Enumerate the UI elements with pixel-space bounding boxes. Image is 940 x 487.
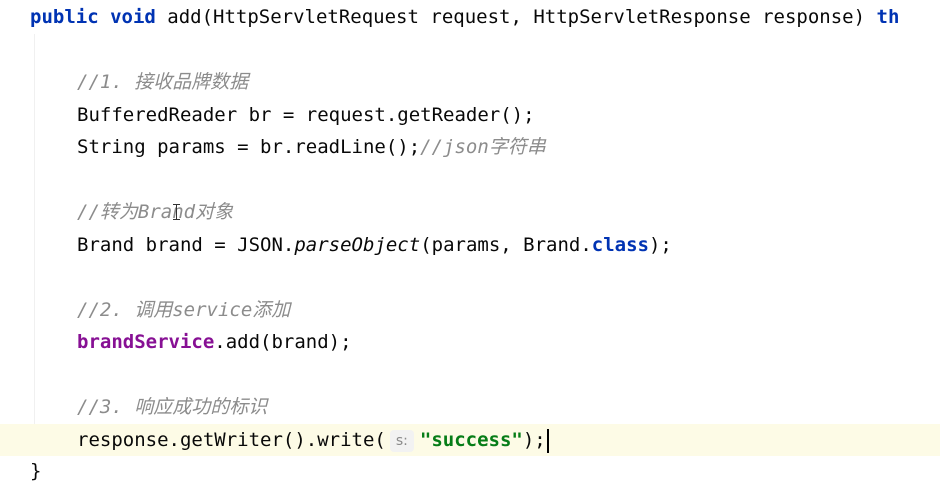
string-literal: "success" [419, 429, 523, 451]
parameter-hint: s: [389, 429, 414, 452]
closing-brace: } [30, 460, 42, 482]
text-caret [546, 428, 549, 453]
comment-receive-brand-data: //1. 接收品牌数据 [77, 71, 249, 93]
code-part: Brand brand = JSON. [77, 234, 295, 256]
field-brand-service: brandService [77, 331, 215, 353]
code-line-service-add[interactable]: brandService.add(brand); [77, 326, 940, 358]
comment-call-service: //2. 调用service添加 [77, 299, 291, 321]
keyword-modifiers: public void [30, 6, 156, 28]
code-part: (params, Brand. [420, 234, 592, 256]
code-editor[interactable]: public void add(HttpServletRequest reque… [0, 0, 940, 487]
comment-convert-brand: //转为Brand对象 [77, 201, 234, 223]
comment-json-string: //json字符串 [420, 136, 546, 158]
code-part: response.getWriter().write( [77, 429, 386, 451]
code-line-comment-4[interactable]: //3. 响应成功的标识 [77, 391, 940, 423]
code-line-read-params[interactable]: String params = br.readLine();//json字符串 [77, 131, 940, 163]
code-part: .add(brand); [214, 331, 352, 353]
method-signature: add(HttpServletRequest request, HttpServ… [155, 6, 877, 28]
code-statement: String params = br.readLine(); [77, 136, 421, 158]
code-line-parse-object[interactable]: Brand brand = JSON.parseObject(params, B… [77, 229, 940, 261]
indent-guide [34, 34, 35, 454]
keyword-throws-partial: th [876, 6, 900, 28]
code-statement: BufferedReader br = request.getReader(); [77, 104, 535, 126]
code-line-comment-1[interactable]: //1. 接收品牌数据 [77, 66, 940, 98]
code-line-write-response[interactable]: response.getWriter().write(s: "success"); [0, 424, 940, 456]
mouse-ibeam-cursor-icon [173, 204, 181, 220]
code-part: ); [648, 234, 672, 256]
code-line-buffered-reader[interactable]: BufferedReader br = request.getReader(); [77, 99, 940, 131]
code-line-comment-2[interactable]: //转为Brand对象 [77, 196, 940, 228]
comment-response-success: //3. 响应成功的标识 [77, 396, 268, 418]
code-line-method-signature[interactable]: public void add(HttpServletRequest reque… [30, 1, 940, 33]
code-part: ); [522, 429, 546, 451]
code-line-closing-brace[interactable]: } [30, 455, 940, 487]
keyword-class: class [591, 234, 649, 256]
static-method-parseobject: parseObject [294, 234, 421, 256]
code-line-comment-3[interactable]: //2. 调用service添加 [77, 294, 940, 326]
